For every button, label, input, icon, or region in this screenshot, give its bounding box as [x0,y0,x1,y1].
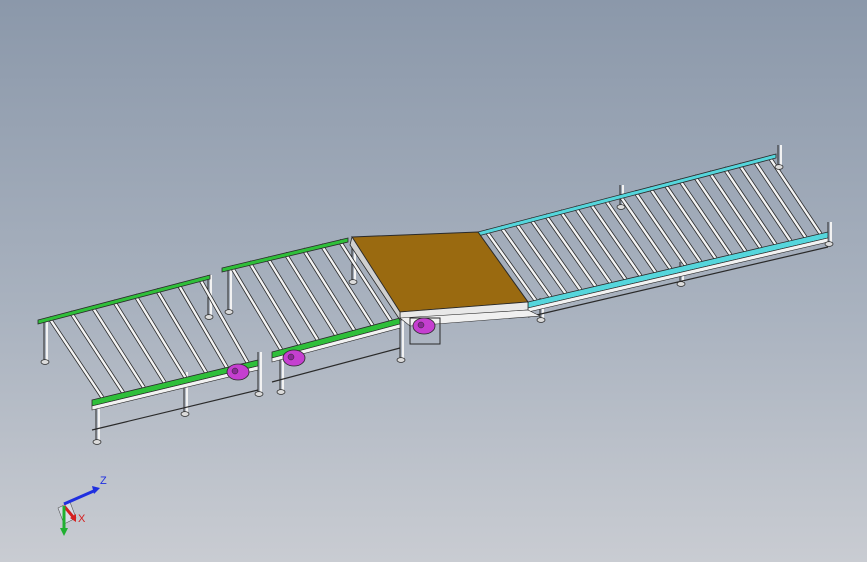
roller-face [229,265,283,351]
conveyor-assembly-model[interactable] [0,0,867,562]
leveling-foot [676,281,686,287]
z-axis-line [63,488,97,506]
roller-face [198,277,249,364]
leveling-foot [40,359,50,365]
near-rail [527,231,829,309]
cad-viewport[interactable]: Z X [0,0,867,562]
y-axis-arrow [60,528,68,536]
roller-face [265,256,319,341]
orientation-triad: Z X [57,475,107,536]
near-rail-side [527,237,829,313]
roller-face [283,252,338,336]
roller-face [155,288,208,374]
leveling-foot [616,204,626,210]
roller-face [133,294,187,379]
triad-origin-block [57,501,77,525]
leveling-foot [224,309,234,315]
leveling-foot [92,439,102,445]
motor-shaft [417,321,425,329]
roller-face [247,260,301,346]
roller-face [90,305,145,389]
roller-face [69,310,125,394]
roller-face [112,299,166,384]
leveling-foot [254,391,264,397]
roller-face [301,248,356,331]
far-rail [477,153,777,237]
leveling-foot [774,164,784,170]
leveling-foot [180,411,190,417]
leveling-foot [396,357,406,363]
leveling-foot [348,279,358,285]
roller-face [47,316,104,399]
leveling-foot [204,314,214,320]
motor-shaft [287,353,295,361]
leveling-foot [536,317,546,323]
z-axis-label: Z [100,475,107,487]
roller-face [176,282,228,369]
leveling-foot [276,389,286,395]
motor-shaft [231,367,239,375]
x-axis-label: X [78,513,86,525]
leveling-foot [824,241,834,247]
